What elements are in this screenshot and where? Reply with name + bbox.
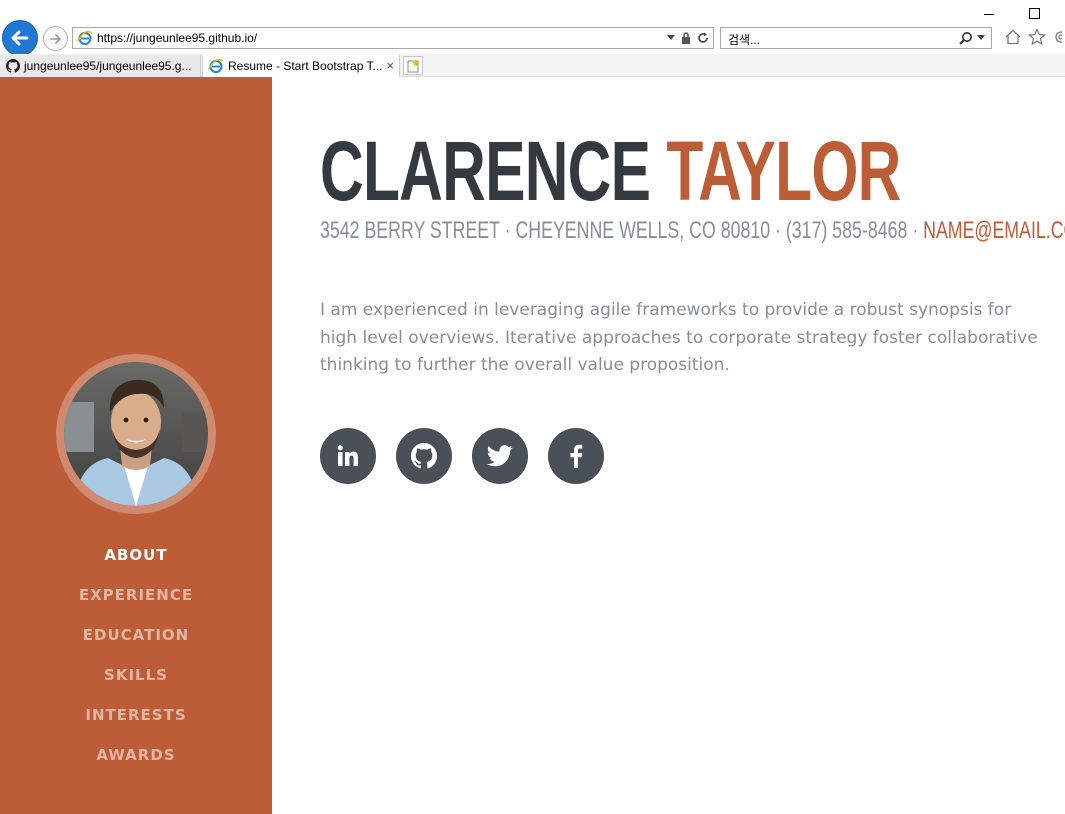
- nav-awards[interactable]: AWARDS: [0, 735, 272, 775]
- minimize-button[interactable]: [984, 14, 994, 15]
- facebook-button[interactable]: [548, 428, 604, 484]
- social-links: [320, 428, 624, 484]
- nav-interests[interactable]: INTERESTS: [0, 695, 272, 735]
- first-name: CLARENCE: [320, 124, 651, 218]
- tab-github[interactable]: jungeunlee95/jungeunlee95.g...: [0, 55, 201, 77]
- tab-label: jungeunlee95/jungeunlee95.g...: [24, 59, 192, 73]
- tab-resume[interactable]: Resume - Start Bootstrap T... ×: [202, 55, 400, 77]
- ie-icon: [208, 58, 224, 74]
- dropdown-arrow-icon[interactable]: [977, 35, 985, 41]
- github-icon: [6, 59, 20, 73]
- github-button[interactable]: [396, 428, 452, 484]
- contact-address-phone: 3542 BERRY STREET · CHEYENNE WELLS, CO 8…: [320, 217, 924, 244]
- contact-info: 3542 BERRY STREET · CHEYENNE WELLS, CO 8…: [320, 219, 1065, 243]
- nav-education[interactable]: EDUCATION: [0, 615, 272, 655]
- back-button[interactable]: [2, 20, 38, 56]
- favorites-star-icon[interactable]: [1028, 28, 1046, 46]
- email-link[interactable]: NAME@EMAIL.COM: [923, 217, 1065, 244]
- search-icon[interactable]: [959, 31, 973, 45]
- profile-photo: [64, 362, 208, 506]
- search-box[interactable]: 검색...: [720, 27, 992, 49]
- dropdown-arrow-icon[interactable]: [667, 35, 675, 41]
- browser-chrome: https://jungeunlee95.github.io/ 검색... ju…: [0, 0, 1065, 77]
- profile-avatar: [56, 354, 216, 514]
- twitter-button[interactable]: [472, 428, 528, 484]
- new-tab-icon: [407, 58, 420, 72]
- nav-experience[interactable]: EXPERIENCE: [0, 575, 272, 615]
- github-icon: [411, 443, 437, 469]
- page-title: CLARENCE TAYLOR: [320, 129, 901, 213]
- close-tab-icon[interactable]: ×: [386, 58, 394, 73]
- twitter-icon: [487, 445, 513, 467]
- sidebar: ABOUT EXPERIENCE EDUCATION SKILLS INTERE…: [0, 77, 272, 814]
- ie-icon: [77, 30, 93, 50]
- nav-about[interactable]: ABOUT: [0, 535, 272, 575]
- nav-skills[interactable]: SKILLS: [0, 655, 272, 695]
- forward-arrow-icon: [49, 33, 61, 44]
- facebook-icon: [570, 444, 583, 468]
- about-section: CLARENCE TAYLOR 3542 BERRY STREET · CHEY…: [272, 77, 1065, 814]
- forward-button[interactable]: [43, 26, 68, 51]
- refresh-icon[interactable]: [697, 32, 709, 44]
- new-tab-button[interactable]: [403, 56, 423, 75]
- address-bar[interactable]: https://jungeunlee95.github.io/: [72, 27, 714, 49]
- bio-text: I am experienced in leveraging agile fra…: [320, 300, 1038, 375]
- lock-icon[interactable]: [681, 32, 691, 44]
- tab-label: Resume - Start Bootstrap T...: [228, 59, 383, 73]
- tab-bar: jungeunlee95/jungeunlee95.g... Resume - …: [0, 54, 1065, 77]
- linkedin-button[interactable]: [320, 428, 376, 484]
- home-icon[interactable]: [1004, 28, 1022, 46]
- sidebar-nav: ABOUT EXPERIENCE EDUCATION SKILLS INTERE…: [0, 535, 272, 775]
- search-placeholder: 검색...: [728, 33, 761, 47]
- url-text: https://jungeunlee95.github.io/: [97, 31, 258, 45]
- toolbar-icons: [1004, 28, 1062, 46]
- back-arrow-icon: [11, 30, 29, 46]
- linkedin-icon: [337, 445, 358, 466]
- last-name: TAYLOR: [666, 124, 901, 218]
- maximize-button[interactable]: [1029, 8, 1040, 19]
- settings-gear-icon[interactable]: [1052, 28, 1062, 46]
